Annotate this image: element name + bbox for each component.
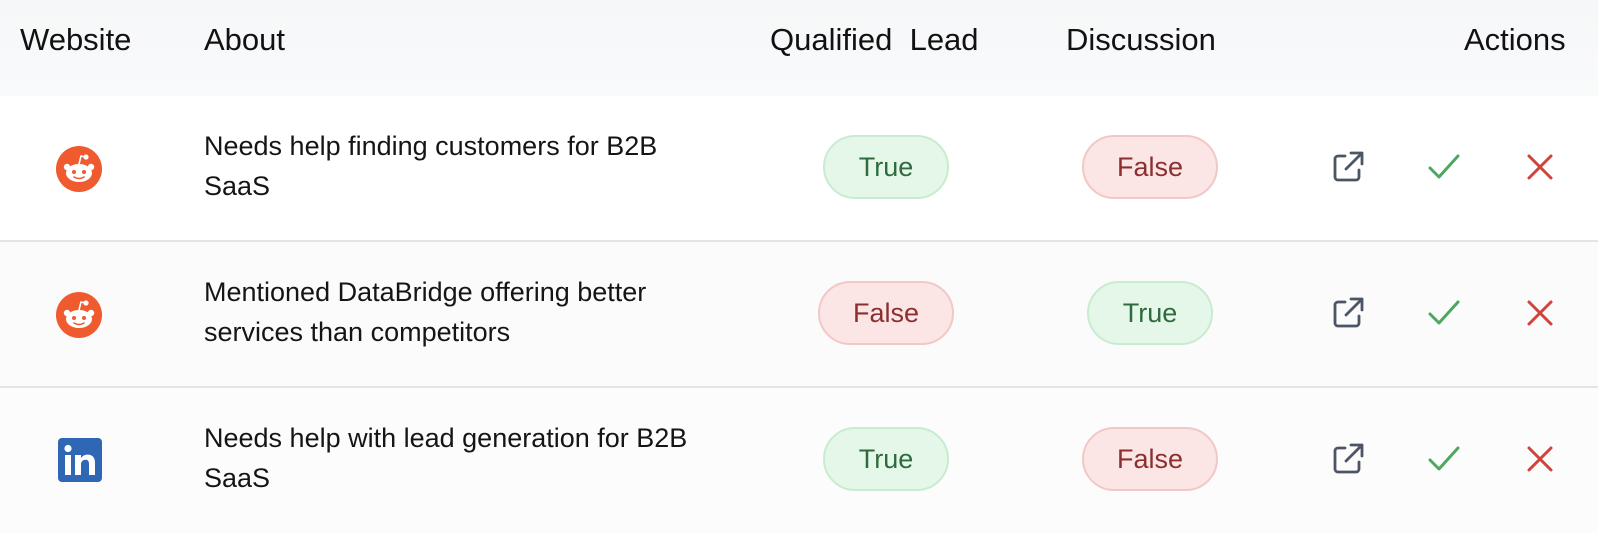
check-icon[interactable] [1424,147,1464,187]
external-link-icon[interactable] [1328,147,1368,187]
qualified-lead-badge: True [823,427,949,491]
table-header: Website About Qualified Lead Discussion … [0,0,1598,96]
check-icon[interactable] [1424,439,1464,479]
leads-table: Website About Qualified Lead Discussion … [0,0,1598,533]
qualified-lead-badge: True [823,135,949,199]
row-about-text: Mentioned DataBridge offering better ser… [204,277,647,347]
close-icon[interactable] [1520,439,1560,479]
column-header-discussion: Discussion [1066,22,1216,57]
close-icon[interactable] [1520,147,1560,187]
row-about-text: Needs help finding customers for B2B Saa… [204,131,658,201]
qualified-lead-badge: False [818,281,954,345]
column-header-website: Website [20,22,132,57]
check-icon[interactable] [1424,293,1464,333]
column-header-about: About [204,22,286,57]
table-row: Needs help with lead generation for B2B … [0,388,1598,533]
external-link-icon[interactable] [1328,293,1368,333]
table-row: Mentioned DataBridge offering better ser… [0,242,1598,387]
discussion-badge: False [1082,427,1218,491]
external-link-icon[interactable] [1328,439,1368,479]
reddit-icon [56,146,102,192]
close-icon[interactable] [1520,293,1560,333]
linkedin-icon [58,438,102,482]
discussion-badge: True [1087,281,1213,345]
reddit-icon [56,292,102,338]
column-header-actions: Actions [1464,22,1566,57]
table-row: Needs help finding customers for B2B Saa… [0,96,1598,241]
column-header-qualified-lead: Qualified Lead [770,22,979,57]
row-about-text: Needs help with lead generation for B2B … [204,423,688,493]
discussion-badge: False [1082,135,1218,199]
